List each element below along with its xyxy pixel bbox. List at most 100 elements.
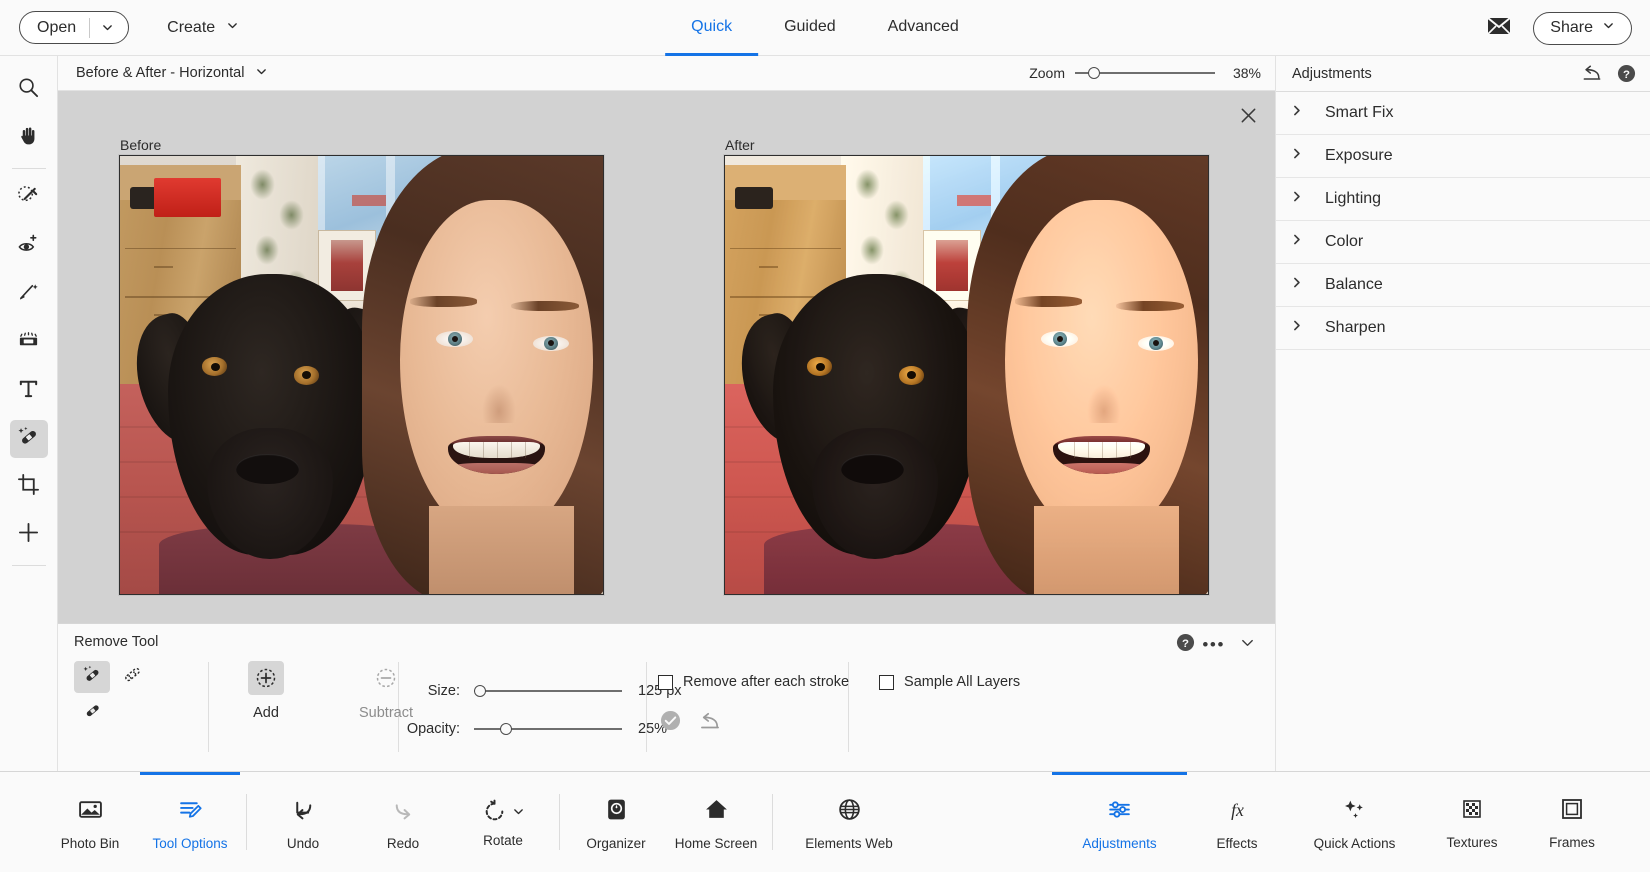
bottom-item-label: Elements Web — [805, 836, 893, 851]
zoom-tool[interactable] — [10, 71, 48, 109]
adjustments-panel-title: Adjustments — [1292, 66, 1567, 82]
bottom-item-adjustments[interactable]: Adjustments — [1052, 772, 1187, 872]
size-slider[interactable] — [474, 684, 622, 698]
undo-arrow-icon[interactable] — [1581, 65, 1603, 82]
adjustment-exposure[interactable]: Exposure — [1276, 135, 1650, 178]
svg-text:fx: fx — [1231, 799, 1244, 819]
sliders-icon — [1107, 797, 1132, 827]
image-canvas[interactable]: Before — [58, 91, 1275, 623]
bottom-item-elements-web[interactable]: Elements Web — [779, 772, 919, 872]
adjustment-lighting[interactable]: Lighting — [1276, 178, 1650, 221]
tool-options-title: Remove Tool — [74, 634, 158, 650]
tab-advanced-label: Advanced — [888, 18, 959, 36]
tab-quick[interactable]: Quick — [665, 0, 758, 56]
remove-tool[interactable] — [10, 420, 48, 458]
checkbox-box[interactable] — [879, 675, 894, 690]
frame-icon — [1560, 797, 1584, 826]
hand-icon — [17, 124, 40, 152]
chevron-right-icon — [1290, 233, 1303, 251]
opacity-slider-row: Opacity: 25% — [388, 710, 682, 748]
brush-sparkle-icon — [17, 281, 40, 309]
bottom-item-tool-options[interactable]: Tool Options — [140, 772, 240, 872]
bottom-item-undo[interactable]: Undo — [253, 772, 353, 872]
adjustment-label: Color — [1325, 233, 1363, 251]
adjustment-label: Lighting — [1325, 190, 1381, 208]
redo-icon — [391, 797, 416, 827]
bottom-item-effects[interactable]: fx Effects — [1187, 772, 1287, 872]
view-mode-dropdown[interactable]: Before & After - Horizontal — [76, 65, 268, 82]
opacity-slider-knob[interactable] — [500, 723, 512, 735]
envelope-icon[interactable] — [1487, 17, 1511, 40]
text-tool[interactable] — [10, 372, 48, 410]
spot-healing-brush-button[interactable] — [74, 697, 110, 729]
brush-sliders: Size: 125 px Opacity: 25% — [388, 672, 682, 748]
tab-advanced[interactable]: Advanced — [862, 0, 985, 56]
create-button[interactable]: Create — [159, 11, 247, 44]
bottom-item-home-screen[interactable]: Home Screen — [666, 772, 766, 872]
zoom-percent-value: 38% — [1225, 65, 1261, 81]
bottom-item-textures[interactable]: Textures — [1422, 772, 1522, 872]
after-photo[interactable] — [724, 155, 1209, 595]
help-circle-icon[interactable]: ? — [1176, 633, 1195, 657]
bottom-item-redo[interactable]: Redo — [353, 772, 453, 872]
svg-text:?: ? — [1182, 638, 1189, 650]
adjustment-color[interactable]: Color — [1276, 221, 1650, 264]
red-eye-removal-tool[interactable] — [10, 228, 48, 266]
bottom-item-organizer[interactable]: Organizer — [566, 772, 666, 872]
add-button[interactable]: Add — [226, 661, 306, 721]
bottom-item-quick-actions[interactable]: Quick Actions — [1287, 772, 1422, 872]
checker-icon — [1460, 797, 1484, 826]
bottom-bar-divider — [246, 794, 247, 850]
remove-after-each-stroke-checkbox[interactable]: Remove after each stroke — [658, 674, 849, 690]
check-circle-icon[interactable] — [660, 710, 681, 731]
remove-brush-button[interactable] — [74, 661, 110, 693]
chevron-down-icon[interactable] — [1240, 635, 1255, 655]
bottom-item-photo-bin[interactable]: Photo Bin — [40, 772, 140, 872]
adjustment-balance[interactable]: Balance — [1276, 264, 1650, 307]
chevron-down-icon[interactable] — [90, 21, 128, 34]
open-button[interactable]: Open — [19, 11, 129, 44]
whiten-teeth-tool[interactable] — [10, 276, 48, 314]
bottom-item-label: Redo — [387, 836, 419, 851]
share-button-label: Share — [1550, 19, 1593, 37]
dashed-bandage-brush-button[interactable] — [114, 661, 150, 693]
chevron-down-icon — [1602, 19, 1615, 37]
opacity-slider[interactable] — [474, 722, 622, 736]
size-slider-knob[interactable] — [474, 685, 486, 697]
create-button-label: Create — [167, 19, 215, 37]
sample-all-layers-checkbox[interactable]: Sample All Layers — [879, 674, 1020, 690]
adjustments-panel-header: Adjustments ? — [1276, 56, 1650, 92]
zoom-label: Zoom — [1029, 65, 1065, 81]
magnifier-icon — [17, 76, 40, 104]
bottom-item-label: Effects — [1216, 836, 1257, 851]
close-icon[interactable] — [1236, 103, 1260, 127]
size-slider-track — [474, 690, 622, 692]
adjustment-sharpen[interactable]: Sharpen — [1276, 307, 1650, 350]
smart-brush-tool[interactable] — [10, 324, 48, 362]
adjustment-smart-fix[interactable]: Smart Fix — [1276, 92, 1650, 135]
zoom-slider[interactable] — [1075, 65, 1215, 81]
bottom-item-label: Textures — [1446, 835, 1497, 850]
ellipsis-icon[interactable]: ••• — [1202, 635, 1225, 655]
share-button[interactable]: Share — [1533, 12, 1632, 45]
hand-tool[interactable] — [10, 119, 48, 157]
crop-tool[interactable] — [10, 468, 48, 506]
bottom-item-label: Organizer — [586, 836, 645, 851]
bottom-item-frames[interactable]: Frames — [1522, 772, 1622, 872]
undo-arrow-icon[interactable] — [699, 712, 721, 730]
tab-guided[interactable]: Guided — [758, 0, 862, 56]
checkbox-box[interactable] — [658, 675, 673, 690]
quick-selection-tool[interactable] — [10, 180, 48, 218]
bottom-item-rotate[interactable]: Rotate — [453, 772, 553, 872]
tab-guided-label: Guided — [784, 18, 836, 36]
move-tool[interactable] — [10, 516, 48, 554]
plus-circle-dashed-icon — [248, 661, 284, 695]
before-photo[interactable] — [119, 155, 604, 595]
bottom-item-label: Undo — [287, 836, 319, 851]
bottom-bar-divider — [559, 794, 560, 850]
help-circle-icon[interactable]: ? — [1617, 64, 1636, 83]
opacity-slider-track — [474, 728, 622, 730]
zoom-slider-knob[interactable] — [1088, 67, 1100, 79]
tool-options-icon — [178, 797, 203, 827]
rotate-icon — [482, 799, 525, 824]
